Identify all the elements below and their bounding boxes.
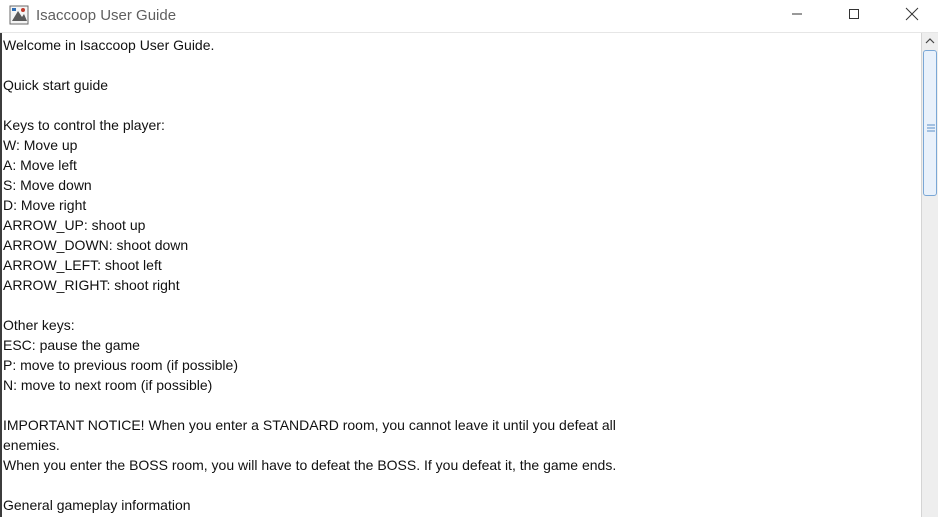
guide-line: When you enter the BOSS room, you will h… xyxy=(3,457,617,473)
guide-line xyxy=(3,295,921,315)
guide-line xyxy=(3,95,921,115)
guide-line: A: Move left xyxy=(3,157,77,173)
title-bar[interactable]: Isaccoop User Guide xyxy=(0,0,938,33)
minimize-icon xyxy=(791,7,803,25)
guide-line: Quick start guide xyxy=(3,77,109,93)
guide-line: General gameplay information xyxy=(3,497,191,513)
maximize-button[interactable] xyxy=(831,0,877,32)
user-guide-window: Isaccoop User Guide Welcome in Isaccoop … xyxy=(0,0,938,517)
guide-line xyxy=(3,395,921,415)
chevron-up-icon xyxy=(925,32,935,50)
guide-line: ESC: pause the game xyxy=(3,337,140,353)
vertical-scrollbar[interactable] xyxy=(921,33,938,517)
scroll-up-button[interactable] xyxy=(922,33,938,49)
grip-icon xyxy=(927,119,935,132)
window-title: Isaccoop User Guide xyxy=(36,7,177,24)
guide-line xyxy=(3,475,921,495)
guide-text-area[interactable]: Welcome in Isaccoop User Guide. Quick st… xyxy=(0,33,921,517)
guide-line: P: move to previous room (if possible) xyxy=(3,357,238,373)
guide-line: W: Move up xyxy=(3,137,78,153)
close-icon xyxy=(905,7,919,26)
guide-line: IMPORTANT NOTICE! When you enter a STAND… xyxy=(3,417,616,433)
minimize-button[interactable] xyxy=(774,0,820,32)
guide-line: enemies. xyxy=(3,437,60,453)
guide-line: Keys to control the player: xyxy=(3,117,165,133)
app-icon xyxy=(9,5,29,25)
guide-line: ARROW_LEFT: shoot left xyxy=(3,257,162,273)
guide-line: N: move to next room (if possible) xyxy=(3,377,213,393)
guide-line: S: Move down xyxy=(3,177,92,193)
guide-line: ARROW_DOWN: shoot down xyxy=(3,237,189,253)
maximize-icon xyxy=(848,7,860,25)
guide-line: Other keys: xyxy=(3,317,75,333)
guide-line xyxy=(3,55,921,75)
guide-line: D: Move right xyxy=(3,197,87,213)
close-button[interactable] xyxy=(889,0,935,32)
guide-text: Welcome in Isaccoop User Guide. Quick st… xyxy=(2,33,921,515)
guide-line: Welcome in Isaccoop User Guide. xyxy=(3,37,215,53)
scroll-thumb[interactable] xyxy=(923,50,937,196)
guide-line: ARROW_UP: shoot up xyxy=(3,217,146,233)
guide-line: ARROW_RIGHT: shoot right xyxy=(3,277,180,293)
